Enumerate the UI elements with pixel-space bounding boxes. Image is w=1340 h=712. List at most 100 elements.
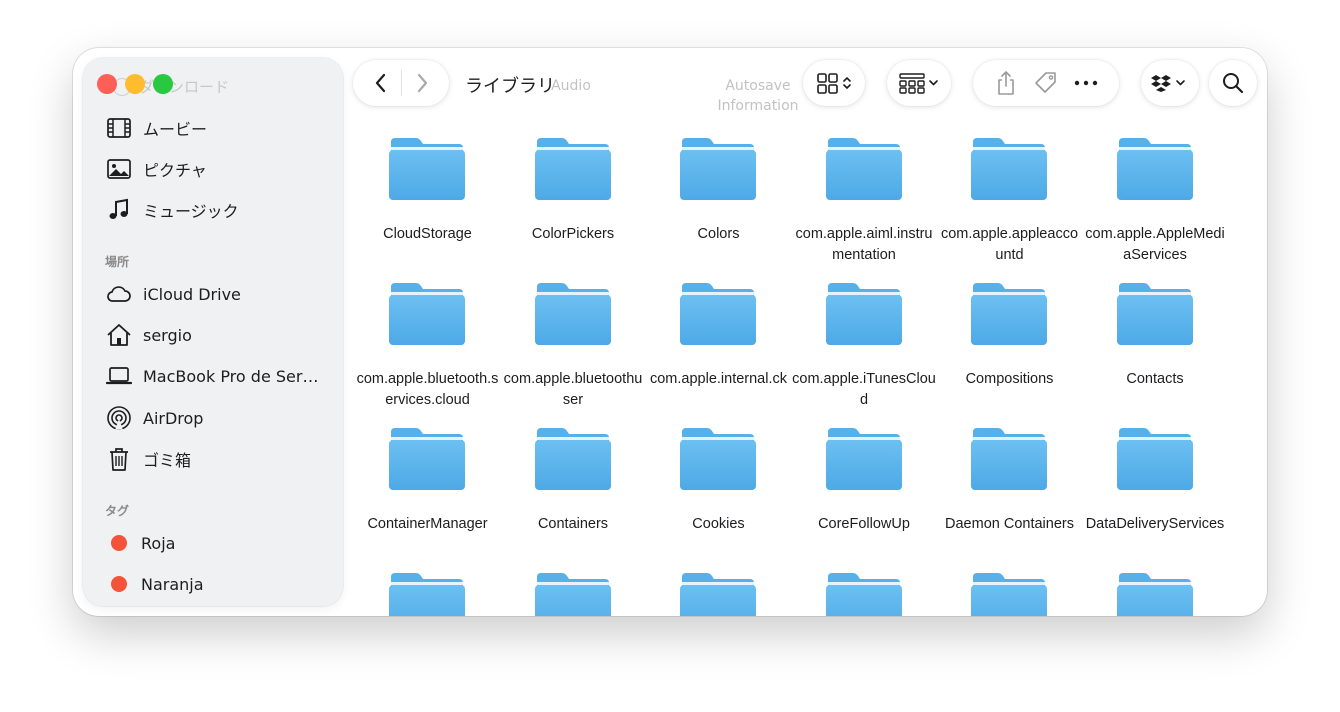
section-header-tags: タグ bbox=[105, 504, 130, 518]
sidebar-item-icloud-drive[interactable]: iCloud Drive bbox=[105, 276, 241, 312]
home-icon bbox=[105, 321, 133, 349]
music-note-icon bbox=[105, 196, 133, 224]
grid-view-icon bbox=[817, 73, 851, 94]
tag-icon bbox=[1035, 72, 1056, 93]
folder-icon bbox=[680, 138, 756, 200]
folder-name: com.apple.AppleMediaServices bbox=[1085, 226, 1225, 263]
folder-icon bbox=[1116, 283, 1193, 345]
cloud-icon bbox=[105, 280, 133, 308]
sidebar-item-movies[interactable]: ムービー bbox=[105, 110, 207, 146]
sidebar-item-label: ピクチャ bbox=[143, 161, 207, 180]
sidebar-item-tag-naranja[interactable]: Naranja bbox=[105, 566, 204, 602]
close-button[interactable] bbox=[97, 74, 117, 94]
airdrop-icon bbox=[105, 404, 133, 432]
folder-name: ContainerManager bbox=[367, 516, 488, 532]
sidebar-item-label: ゴミ箱 bbox=[143, 451, 192, 470]
more-button[interactable] bbox=[1066, 63, 1106, 103]
share-icon bbox=[998, 71, 1014, 95]
folder-name: Contacts bbox=[1126, 371, 1184, 387]
folder-icon bbox=[389, 138, 465, 200]
sidebar-item-label: ミュージック bbox=[143, 202, 239, 221]
tag-color-dot bbox=[111, 576, 127, 592]
folder-icon bbox=[534, 138, 611, 200]
sidebar-item-label: iCloud Drive bbox=[143, 284, 241, 304]
folder-name: com.apple.internal.ck bbox=[649, 371, 787, 387]
window-title: ライブラリ bbox=[465, 76, 555, 97]
folder-name: DataDeliveryServices bbox=[1085, 516, 1225, 532]
group-by-button[interactable] bbox=[887, 60, 951, 106]
view-mode-button[interactable] bbox=[803, 60, 865, 106]
folder-icon bbox=[680, 283, 756, 345]
folder-icon bbox=[1116, 573, 1193, 616]
laptop-icon bbox=[105, 362, 133, 390]
folder-icon bbox=[1116, 428, 1193, 490]
folder-name: com.apple.aiml.instrumentation bbox=[795, 226, 933, 263]
folder-name: Cookies bbox=[692, 516, 745, 532]
photo-icon bbox=[105, 155, 133, 183]
forward-button[interactable] bbox=[402, 63, 442, 103]
folder-icon bbox=[825, 573, 902, 616]
actions-group bbox=[973, 60, 1119, 106]
folder-icon bbox=[389, 283, 465, 345]
search-button[interactable] bbox=[1209, 60, 1257, 106]
back-button[interactable] bbox=[361, 63, 401, 103]
sidebar-item-airdrop[interactable]: AirDrop bbox=[105, 400, 203, 436]
folder-name: Containers bbox=[537, 516, 609, 532]
trash-icon bbox=[105, 445, 133, 473]
section-header-places: 場所 bbox=[105, 255, 130, 269]
zoom-button[interactable] bbox=[153, 74, 173, 94]
dropbox-icon bbox=[1151, 75, 1185, 92]
folder-icon bbox=[680, 573, 756, 616]
group-by-icon bbox=[899, 73, 938, 94]
navigation-buttons bbox=[353, 60, 449, 106]
search-icon bbox=[1223, 73, 1244, 94]
folder-icon bbox=[971, 283, 1047, 345]
sidebar-item-pictures[interactable]: ピクチャ bbox=[105, 151, 207, 187]
folder-name: com.apple.bluetoothuser bbox=[503, 371, 643, 408]
sidebar-item-macbook[interactable]: MacBook Pro de Ser… bbox=[105, 358, 318, 394]
folder-icon bbox=[825, 138, 902, 200]
folder-icon bbox=[825, 428, 902, 490]
chevron-left-icon bbox=[375, 73, 385, 93]
folder-name: Compositions bbox=[965, 371, 1054, 387]
sidebar-item-label: ムービー bbox=[143, 120, 208, 139]
folder-name: com.apple.appleaccountd bbox=[940, 226, 1079, 263]
sidebar-item-trash[interactable]: ゴミ箱 bbox=[105, 441, 191, 477]
folder-name: CloudStorage bbox=[383, 226, 472, 242]
sidebar: ダウンロード ムービー ピクチャ ミュージック 場所 iCloud Drive … bbox=[83, 58, 343, 606]
minimize-button[interactable] bbox=[125, 74, 145, 94]
folder-name: CoreFollowUp bbox=[818, 516, 910, 532]
sidebar-item-tag-roja[interactable]: Roja bbox=[105, 525, 175, 561]
folder-icon bbox=[534, 573, 611, 616]
sidebar-item-home[interactable]: sergio bbox=[105, 317, 192, 353]
ellipsis-icon bbox=[1074, 80, 1098, 86]
sidebar-item-label: MacBook Pro de Ser… bbox=[143, 366, 319, 386]
tag-button[interactable] bbox=[1026, 63, 1066, 103]
sidebar-item-label: Naranja bbox=[141, 574, 204, 594]
window-controls bbox=[97, 74, 173, 94]
finder-window: Audio Autosave Information ライブラリ CloudSt… bbox=[73, 48, 1267, 616]
folder-icon bbox=[680, 428, 756, 490]
folder-icon bbox=[971, 428, 1047, 490]
share-button[interactable] bbox=[986, 63, 1026, 103]
folder-name: com.apple.bluetooth.services.cloud bbox=[356, 371, 499, 408]
chevron-right-icon bbox=[417, 73, 427, 93]
dropbox-button[interactable] bbox=[1141, 60, 1199, 106]
folder-icon bbox=[534, 428, 611, 490]
sidebar-item-label: AirDrop bbox=[143, 408, 204, 428]
tag-color-dot bbox=[111, 535, 127, 551]
folder-icon bbox=[534, 283, 611, 345]
folder-name: com.apple.iTunesCloud bbox=[792, 371, 936, 408]
folder-icon bbox=[389, 428, 465, 490]
folder-icon bbox=[389, 573, 465, 616]
sidebar-item-music[interactable]: ミュージック bbox=[105, 192, 239, 228]
folder-icon bbox=[971, 573, 1047, 616]
folder-name: ColorPickers bbox=[531, 226, 615, 242]
folder-name: Colors bbox=[697, 226, 740, 242]
folder-icon bbox=[971, 138, 1047, 200]
folder-icon bbox=[1116, 138, 1193, 200]
folder-name: Daemon Containers bbox=[945, 516, 1074, 532]
film-icon bbox=[105, 114, 133, 142]
folder-icon bbox=[825, 283, 902, 345]
sidebar-item-label: sergio bbox=[143, 325, 192, 345]
